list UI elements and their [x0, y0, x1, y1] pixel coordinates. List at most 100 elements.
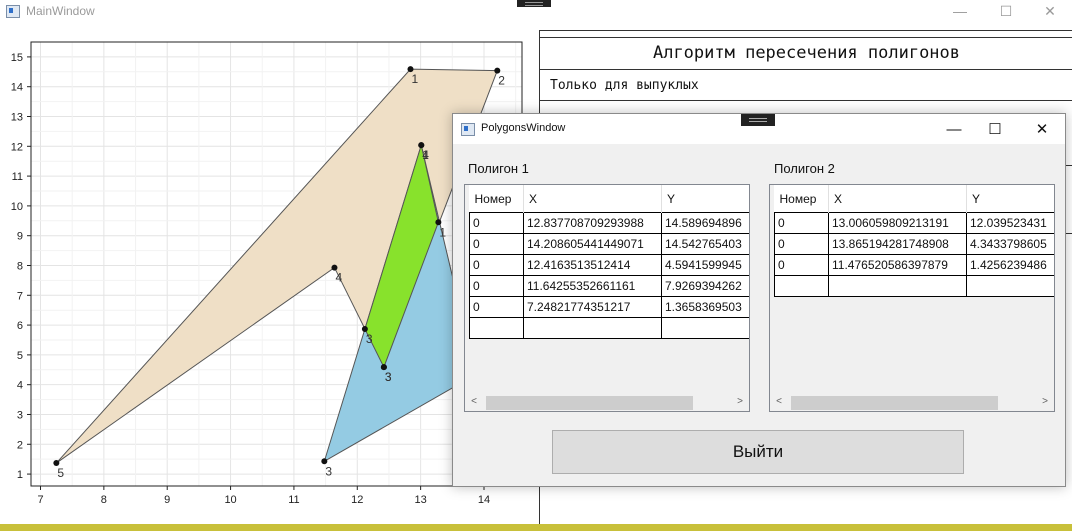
scroll-left-icon[interactable]: < [467, 396, 481, 407]
table-cell[interactable]: 0 [774, 233, 829, 255]
column-header[interactable]: Y [661, 185, 749, 213]
table-cell[interactable]: 0 [469, 275, 524, 297]
polygon2-label: Полигон 2 [774, 161, 835, 176]
vertex-label: 3 [325, 464, 332, 478]
table-cell[interactable]: 12.4163513512414 [523, 254, 662, 276]
table-cell[interactable]: 0 [774, 212, 829, 234]
vertex-label: 1 [439, 225, 446, 239]
table-row[interactable]: 0 12.837708709293988 14.589694896 [469, 212, 749, 234]
close-button[interactable]: ✕ [1027, 0, 1072, 22]
table-cell[interactable]: 13.006059809213191 [828, 212, 967, 234]
table-cell[interactable]: 0 [469, 233, 524, 255]
table-row[interactable]: 0 7.24821774351217 1.3658369503 [469, 296, 749, 318]
table-cell[interactable]: 11.476520586397879 [828, 254, 967, 276]
panel-divider [540, 37, 1072, 38]
table-cell[interactable]: 0 [469, 296, 524, 318]
scroll-right-icon[interactable]: > [1038, 396, 1052, 407]
column-header[interactable]: X [828, 185, 967, 213]
polygon1-table: Номер X Y 0 12.837708709293988 14.589694896 0… [469, 185, 749, 339]
x-tick-label: 9 [164, 494, 170, 506]
minimize-button[interactable]: — [937, 0, 983, 22]
close-button[interactable]: ✕ [1019, 114, 1065, 144]
column-header[interactable]: X [523, 185, 662, 213]
y-tick-label: 4 [17, 380, 23, 392]
main-titlebar[interactable]: MainWindow — ☐ ✕ [0, 0, 1072, 24]
table-cell[interactable]: 1.4256239486 [966, 254, 1054, 276]
vertex-label: 4 [422, 148, 429, 162]
scroll-thumb[interactable] [486, 396, 693, 410]
polygon1-grid[interactable]: Номер X Y 0 12.837708709293988 14.589694896 0… [464, 184, 750, 412]
table-row[interactable]: 0 12.4163513512414 4.5941599945 [469, 254, 749, 276]
x-tick-label: 11 [288, 494, 299, 506]
table-cell[interactable]: 12.039523431 [966, 212, 1054, 234]
table-cell[interactable]: 7.24821774351217 [523, 296, 662, 318]
convex-only-label: Только для выпуклых [550, 78, 699, 93]
minimize-button[interactable]: — [931, 114, 977, 144]
table-cell[interactable]: 4.3433798605 [966, 233, 1054, 255]
vertex-label: 4 [335, 271, 342, 285]
drag-grip-icon[interactable] [517, 0, 551, 7]
vertex-label: 3 [366, 332, 373, 346]
scroll-left-icon[interactable]: < [772, 396, 786, 407]
table-row[interactable]: 0 13.006059809213191 12.039523431 [774, 212, 1054, 234]
table-cell[interactable]: 12.837708709293988 [523, 212, 662, 234]
scroll-right-icon[interactable]: > [733, 396, 747, 407]
table-row[interactable]: 0 11.476520586397879 1.4256239486 [774, 254, 1054, 276]
vertex-label: 2 [498, 74, 505, 88]
polygons-window-titlebar[interactable]: PolygonsWindow — ☐ ✕ [453, 114, 1065, 144]
horizontal-scrollbar[interactable]: < > [465, 394, 749, 411]
panel-divider [540, 69, 1072, 70]
drag-grip-icon[interactable] [741, 114, 775, 126]
table-cell[interactable]: 11.64255352661161 [523, 275, 662, 297]
table-cell[interactable]: 13.865194281748908 [828, 233, 967, 255]
new-row[interactable] [774, 275, 1054, 297]
column-header[interactable]: Номер [469, 185, 524, 213]
y-tick-label: 15 [11, 52, 23, 64]
vertex-label: 5 [57, 466, 64, 480]
column-header[interactable]: Номер [774, 185, 829, 213]
x-tick-label: 13 [415, 494, 427, 506]
table-row[interactable]: 0 13.865194281748908 4.3433798605 [774, 233, 1054, 255]
table-cell[interactable]: 0 [469, 212, 524, 234]
y-tick-label: 11 [12, 171, 23, 183]
window-app-icon [461, 123, 475, 136]
table-row[interactable]: 0 14.208605441449071 14.542765403 [469, 233, 749, 255]
maximize-button[interactable]: ☐ [983, 0, 1029, 22]
table-row[interactable]: 0 11.64255352661161 7.9269394262 [469, 275, 749, 297]
table-cell[interactable]: 0 [469, 254, 524, 276]
maximize-button[interactable]: ☐ [972, 114, 1018, 144]
table-cell[interactable]: 0 [774, 254, 829, 276]
y-tick-label: 2 [17, 439, 23, 451]
table-cell[interactable] [469, 317, 524, 339]
horizontal-scrollbar[interactable]: < > [770, 394, 1054, 411]
table-cell[interactable]: 14.208605441449071 [523, 233, 662, 255]
y-tick-label: 14 [11, 82, 23, 94]
polygon1-label: Полигон 1 [468, 161, 529, 176]
y-tick-label: 5 [17, 350, 23, 362]
table-cell[interactable]: 14.589694896 [661, 212, 749, 234]
x-tick-label: 12 [351, 494, 363, 506]
table-cell[interactable] [828, 275, 967, 297]
table-cell[interactable]: 4.5941599945 [661, 254, 749, 276]
table-cell[interactable] [774, 275, 829, 297]
vertex-label: 1 [411, 72, 418, 86]
polygon2-grid[interactable]: Номер X Y 0 13.006059809213191 12.039523431 0… [769, 184, 1055, 412]
table-cell[interactable]: 7.9269394262 [661, 275, 749, 297]
app-icon [6, 5, 20, 18]
table-cell[interactable]: 1.3658369503 [661, 296, 749, 318]
y-tick-label: 7 [17, 290, 23, 302]
y-tick-label: 3 [17, 409, 23, 421]
bottom-strip [0, 524, 1072, 531]
column-header[interactable]: Y [966, 185, 1054, 213]
table-cell[interactable] [966, 275, 1054, 297]
y-tick-label: 6 [17, 320, 23, 332]
table-cell[interactable] [523, 317, 662, 339]
scroll-thumb[interactable] [791, 396, 998, 410]
algorithm-title: Алгоритм пересечения полигонов [652, 43, 961, 63]
exit-button[interactable]: Выйти [552, 430, 964, 474]
table-cell[interactable]: 14.542765403 [661, 233, 749, 255]
y-tick-label: 8 [17, 260, 23, 272]
polygons-window: PolygonsWindow — ☐ ✕ Полигон 1 Полигон 2… [452, 113, 1066, 487]
table-cell[interactable] [661, 317, 749, 339]
new-row[interactable] [469, 317, 749, 339]
